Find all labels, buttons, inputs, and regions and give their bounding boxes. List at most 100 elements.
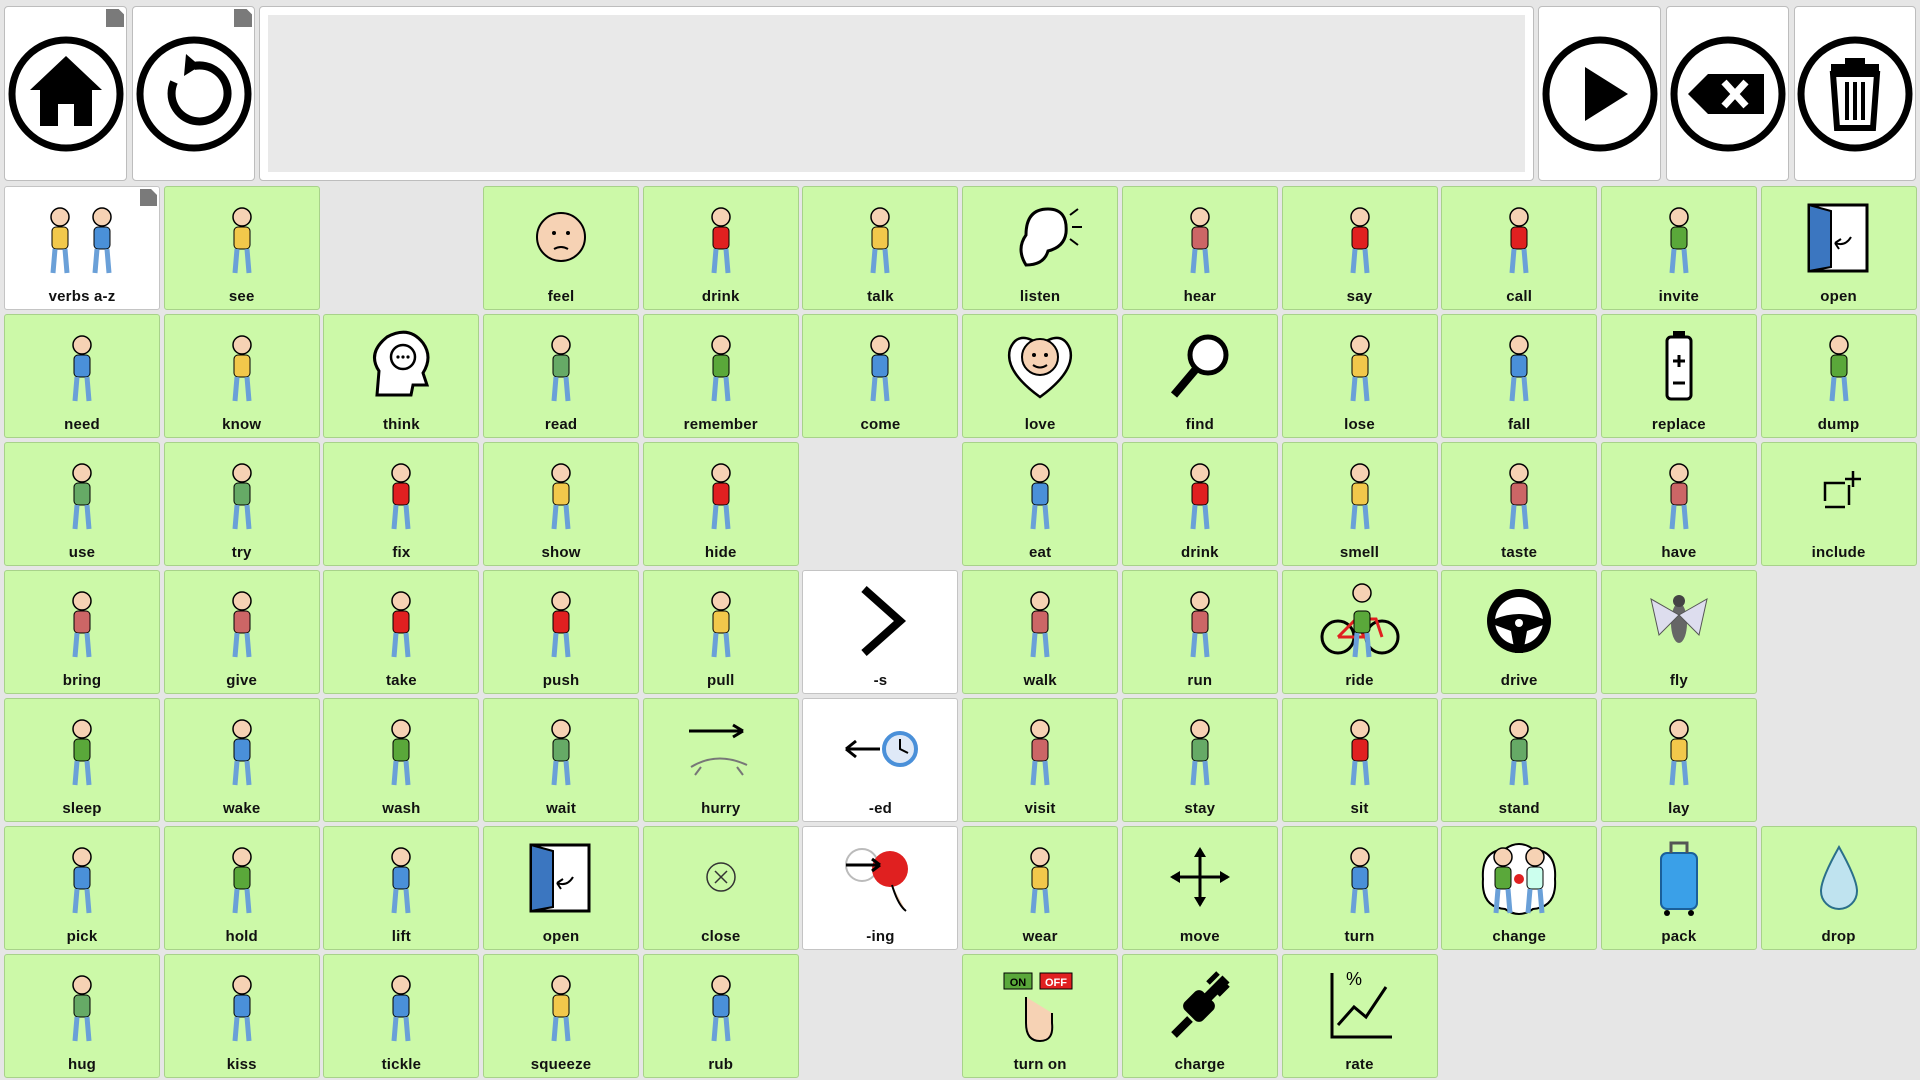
back-button[interactable] [132,6,255,181]
vocab-label: need [64,416,100,433]
vocab-button-s[interactable]: -s [802,570,959,694]
vocab-button-pack[interactable]: pack [1600,826,1757,950]
message-text-area[interactable] [268,15,1525,172]
vocab-button-say[interactable]: say [1281,186,1438,310]
vocab-button-pull[interactable]: pull [642,570,799,694]
vocab-button-ed[interactable]: -ed [802,698,959,822]
vocab-button-drink[interactable]: drink [642,186,799,310]
vocab-button-wait[interactable]: wait [483,698,640,822]
clear-button[interactable] [1794,6,1916,181]
vocab-button-drop[interactable]: drop [1760,826,1917,950]
take-icon [355,579,447,663]
vocab-button-eat[interactable]: eat [962,442,1119,566]
vocab-button-sit[interactable]: sit [1281,698,1438,822]
vocab-button-remember[interactable]: remember [642,314,799,438]
vocab-button-listen[interactable]: listen [962,186,1119,310]
vocab-button-drink[interactable]: drink [1121,442,1278,566]
need-icon [36,323,128,407]
vocab-button-drive[interactable]: drive [1441,570,1598,694]
vocab-button-hug[interactable]: hug [4,954,160,1078]
vocab-button-come[interactable]: come [802,314,959,438]
vocab-button-sleep[interactable]: sleep [4,698,160,822]
vocab-button-give[interactable]: give [163,570,320,694]
vocab-button-taste[interactable]: taste [1441,442,1598,566]
vocab-button-stay[interactable]: stay [1121,698,1278,822]
empty-cell [802,954,958,1078]
home-button[interactable] [4,6,127,181]
vocab-button-fix[interactable]: fix [323,442,480,566]
vocab-button-tickle[interactable]: tickle [323,954,480,1078]
vocab-button-open[interactable]: open [483,826,640,950]
vocab-button-lose[interactable]: lose [1281,314,1438,438]
vocab-button-talk[interactable]: talk [802,186,959,310]
vocab-button-read[interactable]: read [483,314,640,438]
vocab-button-squeeze[interactable]: squeeze [483,954,640,1078]
vocab-button-turn[interactable]: turn [1281,826,1438,950]
vocab-button-close[interactable]: close [642,826,799,950]
vocab-button-kiss[interactable]: kiss [163,954,320,1078]
vocab-button-rate[interactable]: % rate [1281,954,1438,1078]
vocab-button-know[interactable]: know [163,314,320,438]
vocab-button-turn-on[interactable]: ON OFF turn on [962,954,1119,1078]
vocab-button-use[interactable]: use [4,442,160,566]
vocab-label: fix [392,544,411,561]
vocab-button-change[interactable]: change [1441,826,1598,950]
vocab-label: -s [873,672,888,689]
vocab-button-run[interactable]: run [1121,570,1278,694]
vocab-button-think[interactable]: think [323,314,480,438]
vocab-button-fly[interactable]: fly [1600,570,1757,694]
vocab-button-replace[interactable]: replace [1600,314,1757,438]
vocab-button-visit[interactable]: visit [962,698,1119,822]
vocab-button-hurry[interactable]: hurry [642,698,799,822]
vocab-button-move[interactable]: move [1121,826,1278,950]
vocab-button-walk[interactable]: walk [962,570,1119,694]
vocab-button-push[interactable]: push [483,570,640,694]
vocab-button-see[interactable]: see [163,186,320,310]
vocab-button-love[interactable]: love [962,314,1119,438]
vocab-button-wear[interactable]: wear [962,826,1119,950]
vocab-button-have[interactable]: have [1600,442,1757,566]
vocab-button-lift[interactable]: lift [323,826,480,950]
vocab-button-need[interactable]: need [4,314,160,438]
vocab-button-show[interactable]: show [483,442,640,566]
folder-corner-icon [140,189,157,206]
vocab-button-verbs-a-z[interactable]: verbs a-z [4,186,160,310]
backspace-button[interactable] [1666,6,1789,181]
fall-icon [1473,323,1565,407]
vocab-button-ing[interactable]: -ing [802,826,959,950]
vocab-label: open [1820,288,1857,305]
vocab-button-charge[interactable]: charge [1121,954,1278,1078]
dump-icon [1793,323,1885,407]
vocab-button-invite[interactable]: invite [1600,186,1757,310]
svg-text:ON: ON [1010,977,1027,989]
vocab-button-lay[interactable]: lay [1600,698,1757,822]
vocab-button-include[interactable]: include [1760,442,1917,566]
vocab-button-call[interactable]: call [1441,186,1598,310]
vocab-label: lay [1668,800,1690,817]
tickle-icon [355,963,447,1047]
vocab-button-pick[interactable]: pick [4,826,160,950]
vocab-button-smell[interactable]: smell [1281,442,1438,566]
vocab-label: try [231,544,252,561]
vocab-button-dump[interactable]: dump [1760,314,1917,438]
message-bar[interactable] [259,6,1534,181]
vocab-label: hide [704,544,737,561]
vocab-button-try[interactable]: try [163,442,320,566]
vocab-button-find[interactable]: find [1121,314,1278,438]
vocab-button-hide[interactable]: hide [642,442,799,566]
vocab-button-take[interactable]: take [323,570,480,694]
vocab-button-stand[interactable]: stand [1441,698,1598,822]
vocab-button-fall[interactable]: fall [1441,314,1598,438]
vocab-button-hear[interactable]: hear [1121,186,1278,310]
vocab-button-wash[interactable]: wash [323,698,480,822]
vocab-button-rub[interactable]: rub [642,954,799,1078]
close-icon [675,835,767,919]
vocab-button-ride[interactable]: ride [1281,570,1438,694]
vocab-button-bring[interactable]: bring [4,570,160,694]
vocab-button-wake[interactable]: wake [163,698,320,822]
vocab-button-feel[interactable]: feel [483,186,640,310]
vocab-button-open[interactable]: open [1760,186,1917,310]
vocab-label: see [228,288,255,305]
speak-button[interactable] [1538,6,1661,181]
vocab-button-hold[interactable]: hold [163,826,320,950]
